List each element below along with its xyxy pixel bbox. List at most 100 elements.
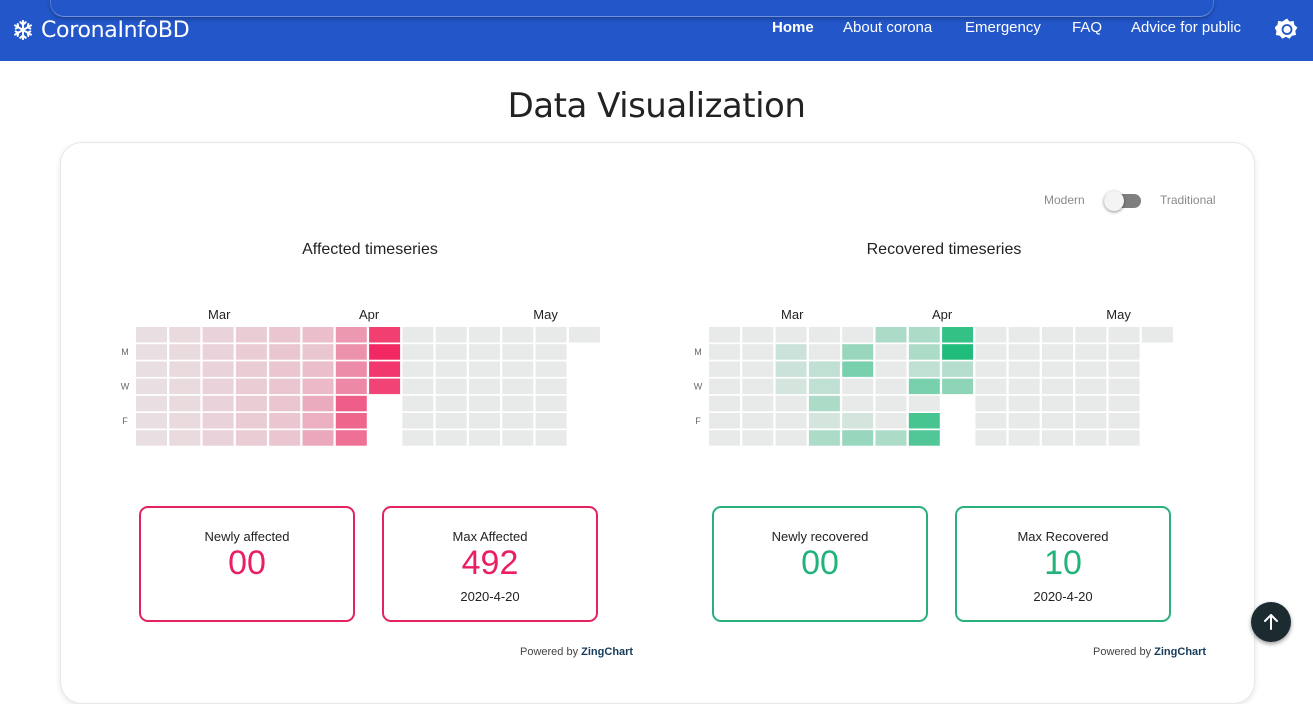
heatmap-cell[interactable]	[1042, 430, 1073, 446]
heatmap-cell[interactable]	[1008, 395, 1040, 412]
heatmap-cell[interactable]	[775, 395, 807, 412]
heatmap-cell[interactable]	[842, 327, 874, 343]
heatmap-cell[interactable]	[875, 327, 907, 343]
heatmap-cell[interactable]	[235, 327, 267, 343]
heatmap-cell[interactable]	[369, 344, 401, 360]
heatmap-cell[interactable]	[709, 327, 740, 343]
heatmap-cell[interactable]	[975, 413, 1007, 429]
heatmap-cell[interactable]	[709, 344, 740, 360]
heatmap-cell[interactable]	[136, 327, 167, 343]
heatmap-cell[interactable]	[136, 361, 167, 377]
heatmap-cell[interactable]	[335, 361, 367, 377]
heatmap-cell[interactable]	[169, 344, 201, 360]
heatmap-cell[interactable]	[775, 430, 807, 446]
heatmap-cell[interactable]	[1042, 327, 1073, 343]
heatmap-cell[interactable]	[202, 378, 234, 395]
heatmap-cell[interactable]	[709, 395, 740, 412]
heatmap-cell[interactable]	[808, 430, 840, 446]
heatmap-cell[interactable]	[402, 327, 434, 343]
heatmap-cell[interactable]	[942, 344, 974, 360]
recovered-powered-by[interactable]: Powered by ZingChart	[1093, 646, 1206, 658]
heatmap-cell[interactable]	[469, 361, 500, 377]
heatmap-cell[interactable]	[775, 413, 807, 429]
heatmap-cell[interactable]	[908, 430, 940, 446]
heatmap-cell[interactable]	[709, 413, 740, 429]
heatmap-cell[interactable]	[335, 430, 367, 446]
heatmap-cell[interactable]	[742, 413, 774, 429]
heatmap-cell[interactable]	[235, 395, 267, 412]
heatmap-cell[interactable]	[402, 413, 434, 429]
heatmap-cell[interactable]	[709, 361, 740, 377]
heatmap-cell[interactable]	[1075, 378, 1107, 395]
heatmap-cell[interactable]	[568, 327, 600, 343]
heatmap-cell[interactable]	[942, 327, 974, 343]
heatmap-cell[interactable]	[535, 430, 567, 446]
zingchart-link[interactable]: ZingChart	[581, 646, 633, 658]
heatmap-cell[interactable]	[842, 430, 874, 446]
heatmap-cell[interactable]	[136, 430, 167, 446]
heatmap-cell[interactable]	[469, 413, 500, 429]
heatmap-cell[interactable]	[269, 327, 301, 343]
heatmap-cell[interactable]	[1008, 378, 1040, 395]
heatmap-cell[interactable]	[908, 327, 940, 343]
heatmap-cell[interactable]	[469, 378, 500, 395]
heatmap-cell[interactable]	[435, 344, 467, 360]
heatmap-cell[interactable]	[975, 327, 1007, 343]
heatmap-cell[interactable]	[1042, 378, 1073, 395]
heatmap-cell[interactable]	[369, 361, 401, 377]
heatmap-cell[interactable]	[269, 395, 301, 412]
heatmap-cell[interactable]	[775, 327, 807, 343]
heatmap-cell[interactable]	[535, 395, 567, 412]
nav-about-corona[interactable]: About corona	[843, 19, 932, 36]
heatmap-cell[interactable]	[136, 413, 167, 429]
heatmap-cell[interactable]	[369, 378, 401, 395]
heatmap-cell[interactable]	[1075, 395, 1107, 412]
heatmap-cell[interactable]	[202, 344, 234, 360]
heatmap-cell[interactable]	[1075, 430, 1107, 446]
heatmap-cell[interactable]	[169, 361, 201, 377]
heatmap-cell[interactable]	[469, 327, 500, 343]
heatmap-cell[interactable]	[1042, 413, 1073, 429]
heatmap-cell[interactable]	[435, 413, 467, 429]
heatmap-cell[interactable]	[269, 430, 301, 446]
heatmap-cell[interactable]	[842, 413, 874, 429]
heatmap-cell[interactable]	[908, 413, 940, 429]
heatmap-cell[interactable]	[1108, 413, 1140, 429]
heatmap-cell[interactable]	[808, 327, 840, 343]
heatmap-cell[interactable]	[535, 413, 567, 429]
heatmap-cell[interactable]	[169, 327, 201, 343]
heatmap-cell[interactable]	[842, 378, 874, 395]
heatmap-cell[interactable]	[435, 430, 467, 446]
heatmap-cell[interactable]	[502, 413, 534, 429]
heatmap-cell[interactable]	[1008, 413, 1040, 429]
heatmap-cell[interactable]	[435, 395, 467, 412]
heatmap-cell[interactable]	[469, 430, 500, 446]
heatmap-cell[interactable]	[1075, 344, 1107, 360]
heatmap-cell[interactable]	[975, 430, 1007, 446]
heatmap-cell[interactable]	[335, 413, 367, 429]
heatmap-cell[interactable]	[136, 378, 167, 395]
heatmap-cell[interactable]	[302, 413, 334, 429]
heatmap-cell[interactable]	[1042, 361, 1073, 377]
heatmap-cell[interactable]	[908, 378, 940, 395]
zingchart-link[interactable]: ZingChart	[1154, 646, 1206, 658]
heatmap-cell[interactable]	[335, 378, 367, 395]
heatmap-cell[interactable]	[335, 395, 367, 412]
heatmap-cell[interactable]	[402, 378, 434, 395]
heatmap-cell[interactable]	[975, 344, 1007, 360]
heatmap-cell[interactable]	[402, 361, 434, 377]
heatmap-cell[interactable]	[202, 395, 234, 412]
heatmap-cell[interactable]	[335, 327, 367, 343]
heatmap-cell[interactable]	[202, 327, 234, 343]
heatmap-cell[interactable]	[775, 361, 807, 377]
heatmap-cell[interactable]	[942, 378, 974, 395]
heatmap-cell[interactable]	[269, 361, 301, 377]
heatmap-cell[interactable]	[169, 430, 201, 446]
heatmap-cell[interactable]	[169, 378, 201, 395]
scroll-to-top-button[interactable]	[1251, 602, 1291, 642]
heatmap-cell[interactable]	[435, 327, 467, 343]
heatmap-cell[interactable]	[875, 361, 907, 377]
heatmap-cell[interactable]	[202, 361, 234, 377]
heatmap-cell[interactable]	[335, 344, 367, 360]
heatmap-cell[interactable]	[1141, 327, 1173, 343]
